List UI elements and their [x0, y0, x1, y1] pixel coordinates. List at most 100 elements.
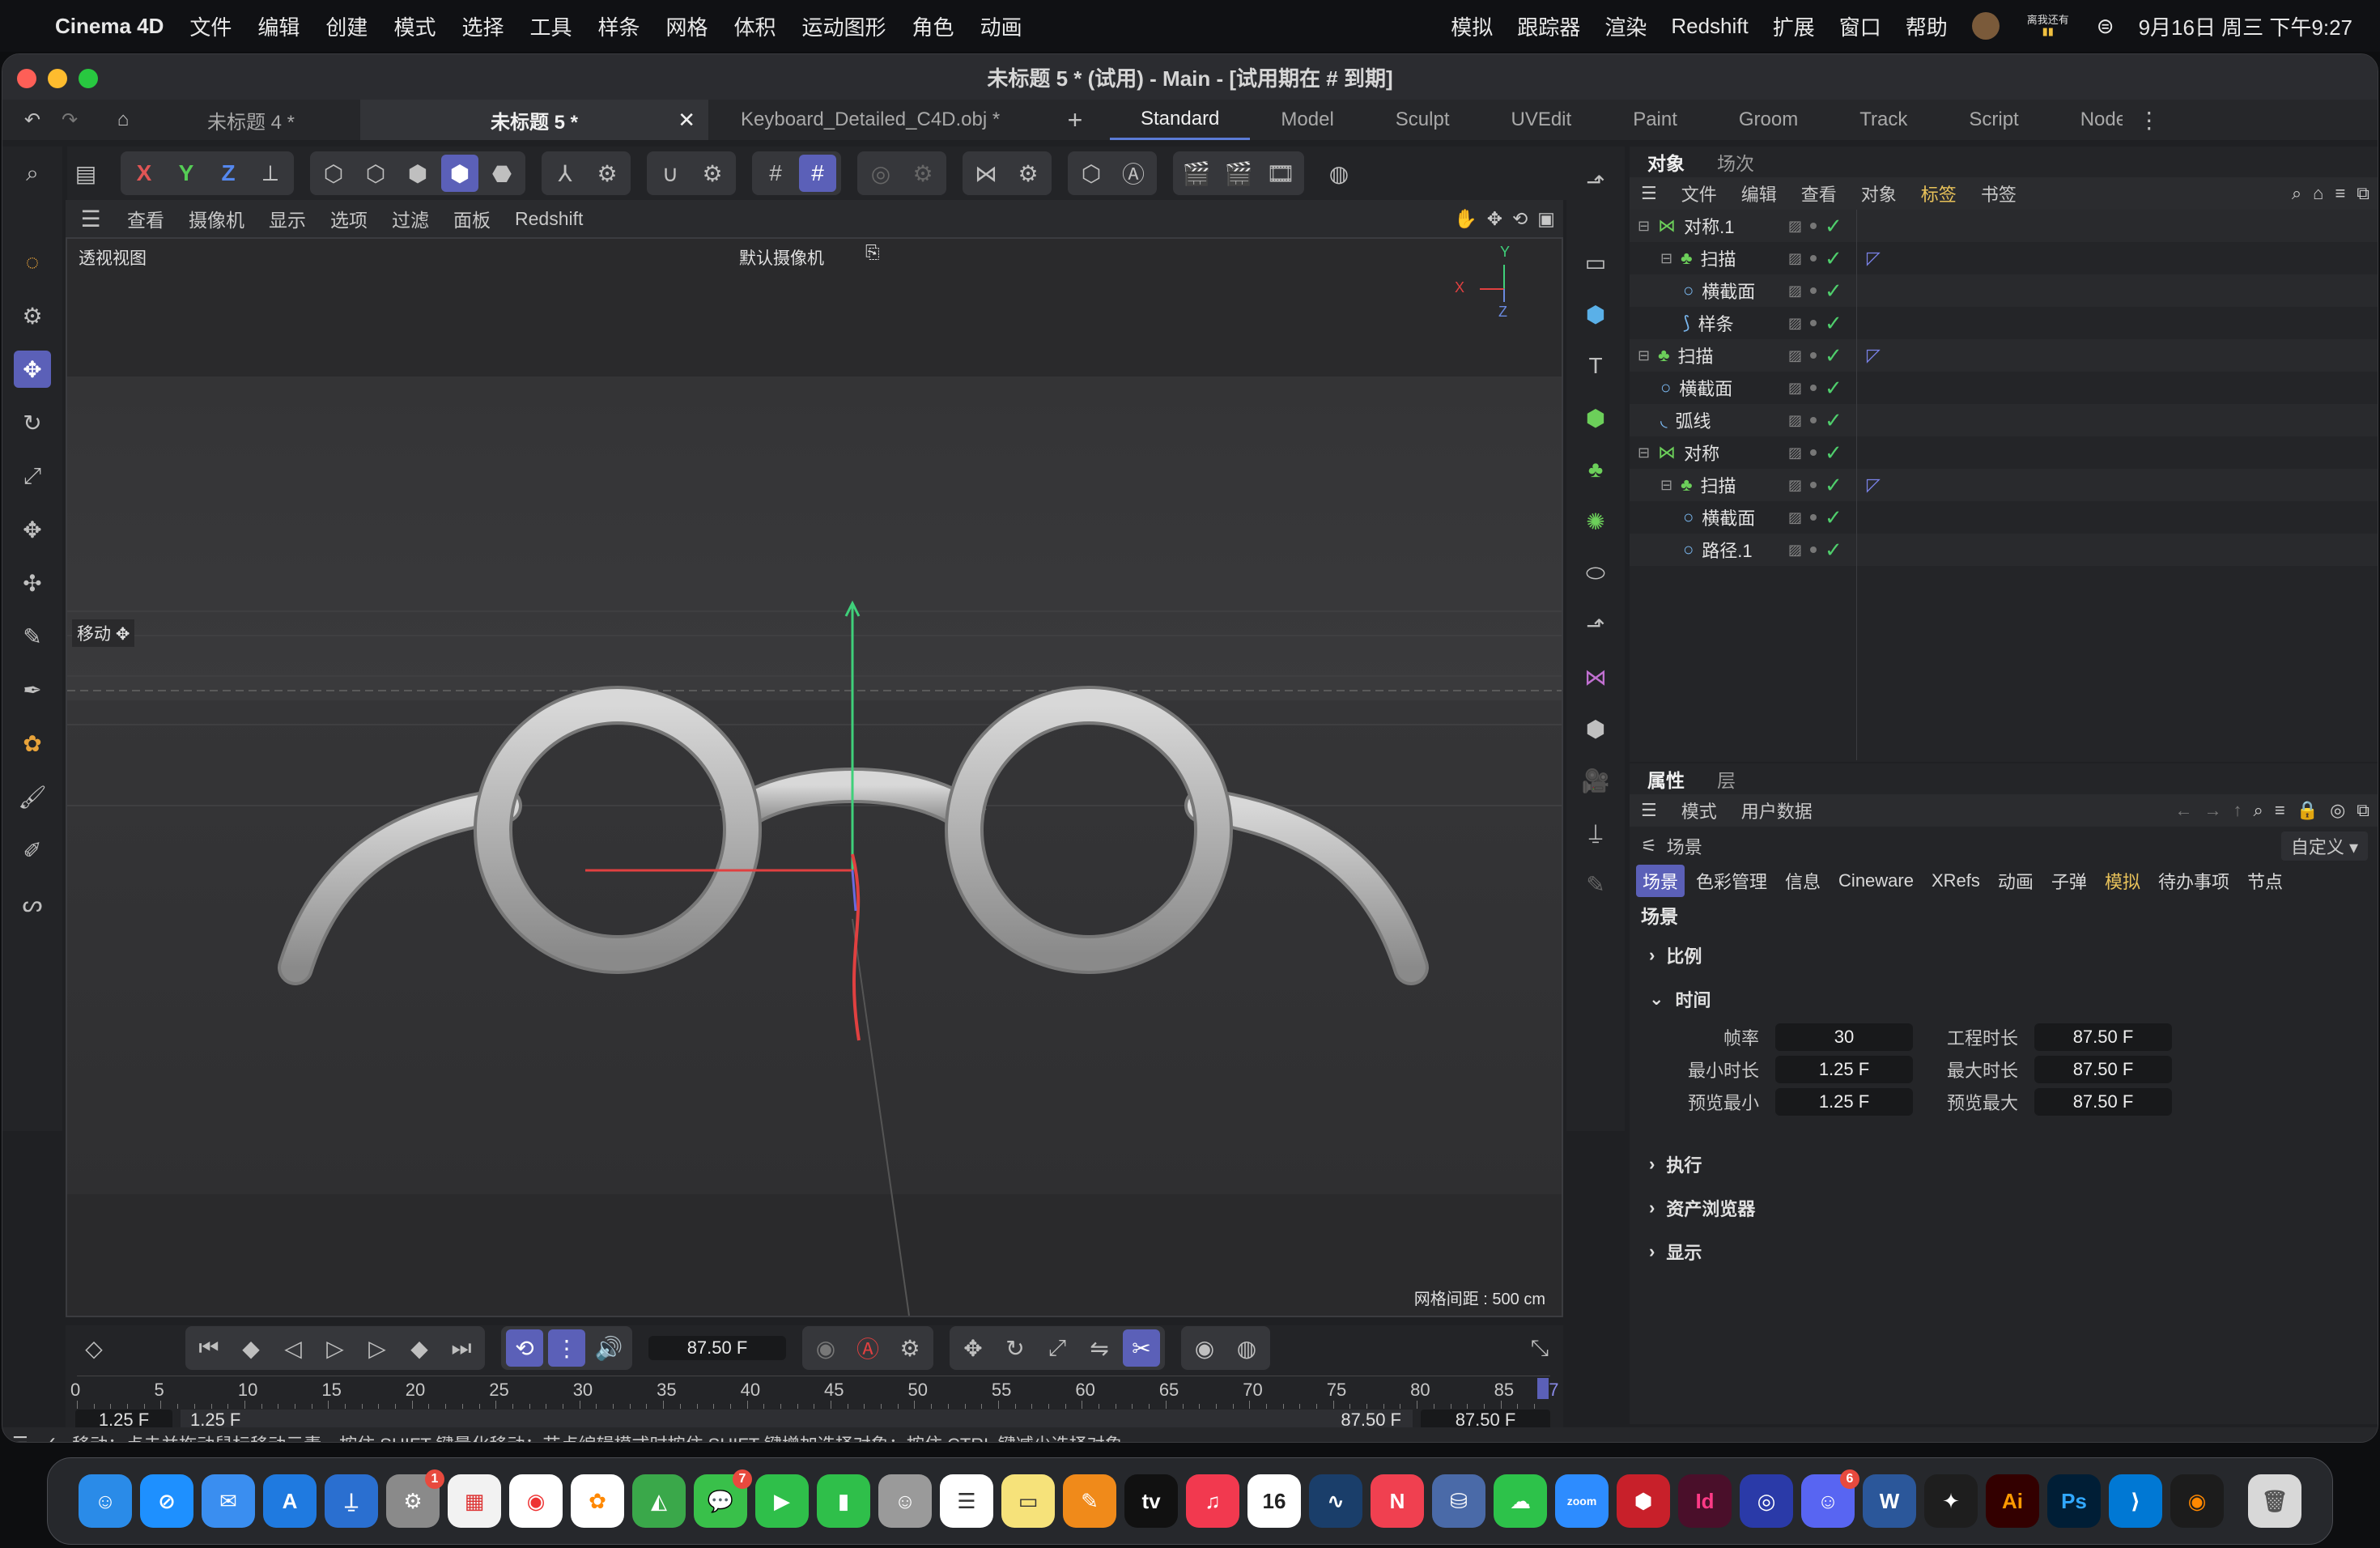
news-icon[interactable]: N	[1371, 1474, 1424, 1528]
zoom-icon[interactable]: zoom	[1555, 1474, 1609, 1528]
viewport-menu-view[interactable]: 查看	[127, 205, 164, 232]
max-time-field[interactable]: 87.50 F	[2034, 1056, 2172, 1083]
grid-icon[interactable]: #	[757, 155, 794, 192]
search-icon[interactable]: ⌕	[2254, 800, 2263, 821]
new-window-icon[interactable]: ⧉	[2357, 800, 2369, 821]
render-settings-icon[interactable]: 🎞	[1262, 155, 1299, 192]
enabled-check-icon[interactable]: ✓	[1825, 440, 1842, 466]
menu-mesh[interactable]: 网格	[666, 11, 708, 41]
camera-icon[interactable]: 🎥	[1577, 762, 1614, 799]
loop-icon[interactable]: ⟲	[506, 1329, 543, 1367]
key-rotation-icon[interactable]: ↻	[997, 1329, 1034, 1367]
goto-end-icon[interactable]: ⏭	[443, 1329, 480, 1367]
current-frame-field[interactable]: 87.50 F	[648, 1336, 786, 1360]
chip-nodes[interactable]: 节点	[2241, 865, 2289, 897]
object-row[interactable]: ◟ 弧线 ▨ ✓	[1630, 404, 2378, 436]
more-icon[interactable]: ⋮	[2131, 101, 2168, 138]
photos-icon[interactable]: ✿	[571, 1474, 624, 1528]
group-scale[interactable]: › 比例	[1630, 933, 2378, 977]
new-window-icon[interactable]: ⧉	[2357, 183, 2369, 204]
render-view-icon[interactable]: 🎬	[1178, 155, 1215, 192]
menu-tools[interactable]: 工具	[529, 11, 572, 41]
spline-pen-icon[interactable]: ✒	[14, 671, 51, 708]
collapse-icon[interactable]: ⊟	[1638, 347, 1650, 364]
menu-spline[interactable]: 样条	[597, 11, 640, 41]
photoshop-icon[interactable]: Ps	[2047, 1474, 2101, 1528]
layout-track[interactable]: Track	[1829, 100, 1938, 140]
edges-mode-icon[interactable]: ⬡	[357, 155, 394, 192]
filter-icon[interactable]: ≡	[2335, 183, 2345, 204]
record-icon[interactable]: ◉	[807, 1329, 844, 1367]
minimize-window-icon[interactable]	[48, 69, 67, 88]
enabled-check-icon[interactable]: ✓	[1825, 311, 1842, 336]
enabled-check-icon[interactable]: ✓	[1825, 214, 1842, 239]
viewport-menu-icon[interactable]: ☰	[79, 200, 103, 237]
view-name-label[interactable]: 透视视图	[74, 244, 151, 271]
status-menu-icon[interactable]: ☰	[12, 1433, 28, 1442]
preview-max-field[interactable]: 87.50 F	[2034, 1088, 2172, 1116]
visibility-dots[interactable]	[1810, 385, 1817, 391]
home-icon[interactable]: ⌂	[2313, 183, 2323, 204]
filter-icon[interactable]: ≡	[2275, 800, 2285, 821]
object-row[interactable]: ○ 横截面 ▨ ✓	[1630, 372, 2378, 404]
rotate-tool-icon[interactable]: ↻	[14, 404, 51, 441]
render-picture-icon[interactable]: 🎬	[1220, 155, 1257, 192]
apple-tv-icon[interactable]: tv	[1124, 1474, 1178, 1528]
attributes-menu-icon[interactable]: ☰	[1641, 800, 1657, 821]
contacts-icon[interactable]: ☺	[878, 1474, 932, 1528]
disk-utility-icon[interactable]: ⛁	[1432, 1474, 1485, 1528]
viewport-menu-display[interactable]: 显示	[269, 205, 306, 232]
music-icon[interactable]: ♫	[1186, 1474, 1239, 1528]
chip-xrefs[interactable]: XRefs	[1925, 867, 1987, 895]
maps-icon[interactable]: ◭	[632, 1474, 686, 1528]
visibility-dots[interactable]	[1810, 514, 1817, 521]
environment-icon[interactable]: ⬢	[1577, 710, 1614, 747]
visibility-dots[interactable]	[1810, 223, 1817, 229]
spline-smooth-icon[interactable]: ᔕ	[14, 885, 51, 922]
menu-mode[interactable]: 模式	[393, 11, 436, 41]
goto-start-icon[interactable]: ⏮	[190, 1329, 227, 1367]
cube-icon[interactable]: ⬢	[1577, 296, 1614, 333]
close-window-icon[interactable]	[17, 69, 36, 88]
blender-icon[interactable]: ◉	[2170, 1474, 2224, 1528]
camera-label[interactable]: 默认摄像机	[733, 244, 831, 271]
collapse-icon[interactable]: ⊟	[1660, 250, 1672, 267]
tab-attributes[interactable]: 属性	[1647, 765, 1685, 793]
menu-extensions[interactable]: 扩展	[1773, 11, 1815, 41]
axis-z-button[interactable]: Z	[210, 155, 247, 192]
chip-bullet[interactable]: 子弹	[2045, 865, 2093, 897]
up-icon[interactable]: ↑	[2233, 800, 2242, 821]
prev-key-icon[interactable]: ◆	[232, 1329, 270, 1367]
field-icon[interactable]: ⬏	[1577, 606, 1614, 644]
viewport-menu-options[interactable]: 选项	[330, 205, 368, 232]
object-row[interactable]: ⟆ 样条 ▨ ✓	[1630, 307, 2378, 339]
layer-icon[interactable]: ▨	[1788, 509, 1802, 526]
menu-render[interactable]: 渲染	[1604, 11, 1647, 41]
polygons-mode-icon[interactable]: ⬢	[399, 155, 436, 192]
object-row[interactable]: ⊟ ♣ 扫描 ▨ ✓ ◸	[1630, 469, 2378, 501]
launchpad-icon[interactable]: ▦	[448, 1474, 501, 1528]
chip-simulation[interactable]: 模拟	[2098, 865, 2147, 897]
menu-create[interactable]: 创建	[325, 11, 368, 41]
new-tab-icon[interactable]: +	[1056, 101, 1094, 138]
object-row[interactable]: ⊟ ♣ 扫描 ▨ ✓ ◸	[1630, 242, 2378, 274]
sound-icon[interactable]: 🔊	[590, 1329, 627, 1367]
objects-menu-bookmarks[interactable]: 书签	[1981, 181, 2017, 206]
rectangle-spline-icon[interactable]: ▭	[1577, 244, 1614, 281]
motion-settings-icon[interactable]: ◍	[1228, 1329, 1265, 1367]
menu-select[interactable]: 选择	[461, 11, 504, 41]
snap-settings-icon[interactable]: ⚙	[694, 155, 731, 192]
safari-icon[interactable]: ⊘	[140, 1474, 193, 1528]
lock-icon[interactable]: 🔒	[2297, 800, 2318, 821]
object-row[interactable]: ⊟ ⋈ 对称.1 ▨ ✓	[1630, 210, 2378, 242]
menu-edit[interactable]: 编辑	[257, 11, 300, 41]
preset-dropdown[interactable]: 自定义 ▾	[2280, 831, 2368, 861]
points-mode-icon[interactable]: ⬡	[315, 155, 352, 192]
layout-uvedit[interactable]: UVEdit	[1480, 100, 1602, 140]
maximize-view-icon[interactable]: ▣	[1537, 208, 1555, 230]
close-tab-icon[interactable]: ✕	[678, 108, 695, 133]
brush-icon[interactable]: 🖌	[14, 778, 51, 815]
layout-groom[interactable]: Groom	[1708, 100, 1829, 140]
edit-icon[interactable]: ✎	[1577, 865, 1614, 903]
trash-icon[interactable]: 🗑	[2248, 1474, 2301, 1528]
